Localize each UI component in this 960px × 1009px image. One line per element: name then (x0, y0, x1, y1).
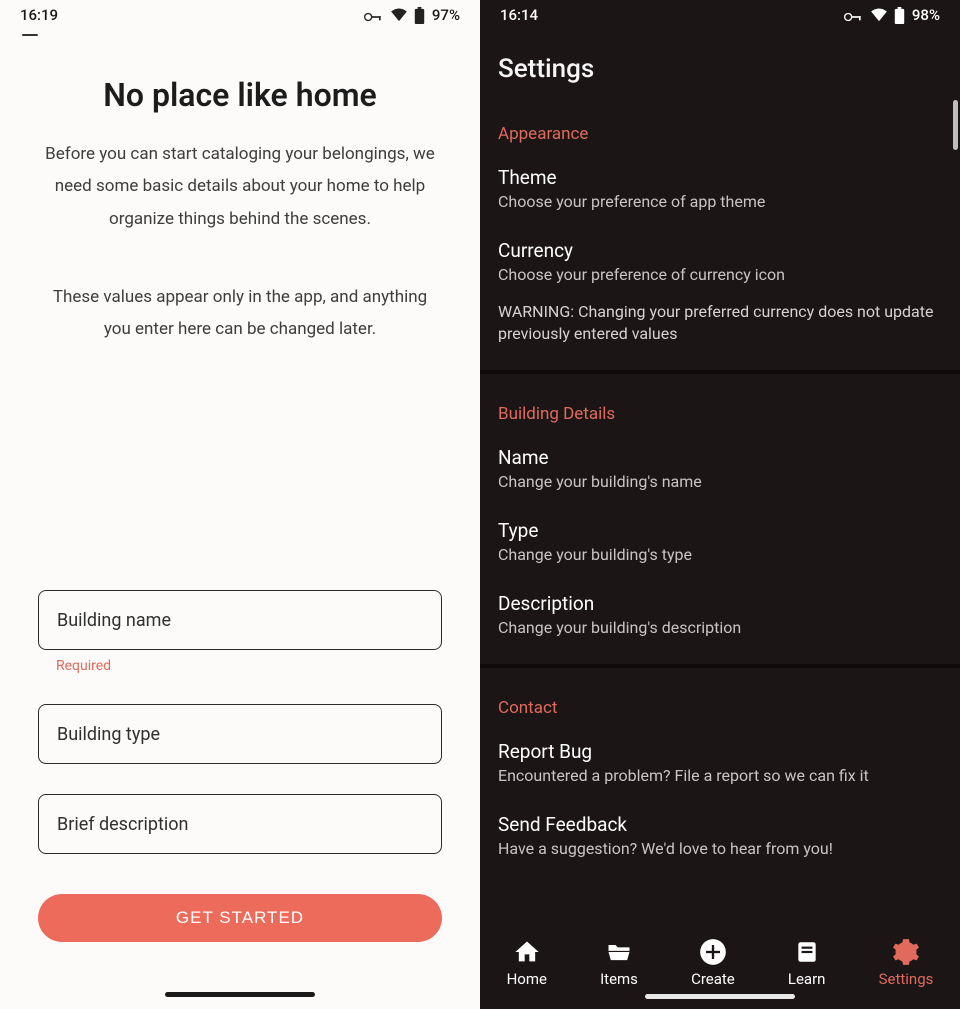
nav-learn-label: Learn (788, 970, 826, 988)
status-icons: 98% (844, 6, 940, 24)
nav-home-label: Home (507, 970, 547, 988)
nav-create-label: Create (691, 970, 735, 988)
status-icons: 97% (364, 6, 460, 24)
gear-icon (892, 938, 920, 966)
setting-building-name-title: Name (498, 446, 942, 469)
setting-report-bug[interactable]: Report Bug Encountered a problem? File a… (480, 726, 960, 799)
setting-building-desc-title: Description (498, 592, 942, 615)
status-bar-left: 16:19 97% (0, 0, 480, 30)
section-contact: Contact (480, 668, 960, 726)
setting-send-feedback[interactable]: Send Feedback Have a suggestion? We'd lo… (480, 799, 960, 872)
nav-create[interactable]: Create (691, 938, 735, 988)
setting-currency-sub: Choose your preference of currency icon (498, 264, 942, 286)
building-name-helper: Required (56, 658, 442, 674)
setting-building-name[interactable]: Name Change your building's name (480, 432, 960, 505)
section-building: Building Details (480, 374, 960, 432)
setting-building-name-sub: Change your building's name (498, 471, 942, 493)
get-started-button[interactable]: GET STARTED (38, 894, 442, 942)
settings-scroll[interactable]: Appearance Theme Choose your preference … (480, 94, 960, 919)
building-desc-input[interactable]: Brief description (38, 794, 442, 854)
plus-circle-icon (699, 938, 727, 966)
vpn-key-icon (844, 9, 864, 21)
wifi-icon (390, 8, 408, 22)
settings-screen: 16:14 98% Settings Appearance Theme Choo… (480, 0, 960, 1009)
setting-currency-title: Currency (498, 239, 942, 262)
setting-theme-sub: Choose your preference of app theme (498, 191, 942, 213)
nav-items-label: Items (600, 970, 638, 988)
setting-building-type-sub: Change your building's type (498, 544, 942, 566)
gesture-bar-icon (165, 992, 315, 997)
nav-home[interactable]: Home (507, 938, 547, 988)
vpn-key-icon (364, 9, 384, 21)
section-appearance: Appearance (480, 94, 960, 152)
setting-currency[interactable]: Currency Choose your preference of curre… (480, 225, 960, 357)
setting-send-feedback-title: Send Feedback (498, 813, 942, 836)
setting-send-feedback-sub: Have a suggestion? We'd love to hear fro… (498, 838, 942, 860)
status-time: 16:14 (500, 6, 538, 24)
battery-icon (894, 7, 906, 23)
gesture-bar-icon (645, 994, 795, 999)
setting-report-bug-title: Report Bug (498, 740, 942, 763)
nav-items[interactable]: Items (600, 938, 638, 988)
scrollbar-icon (953, 100, 958, 150)
nav-learn[interactable]: Learn (788, 938, 826, 988)
setting-building-type[interactable]: Type Change your building's type (480, 505, 960, 578)
book-icon (793, 938, 821, 966)
onboarding-screen: 16:19 97% No place like home Before you … (0, 0, 480, 1009)
intro-paragraph-1: Before you can start cataloging your bel… (38, 138, 442, 235)
status-battery-pct: 98% (912, 6, 940, 24)
setting-building-type-title: Type (498, 519, 942, 542)
status-bar-right: 16:14 98% (480, 0, 960, 30)
setting-building-desc-sub: Change your building's description (498, 617, 942, 639)
setting-theme-title: Theme (498, 166, 942, 189)
setting-building-desc[interactable]: Description Change your building's descr… (480, 578, 960, 651)
onboarding-content: No place like home Before you can start … (0, 36, 480, 1009)
wifi-icon (870, 8, 888, 22)
home-icon (513, 938, 541, 966)
building-type-input[interactable]: Building type (38, 704, 442, 764)
page-title: No place like home (38, 76, 442, 114)
nav-settings[interactable]: Settings (879, 938, 934, 988)
building-desc-label: Brief description (57, 814, 188, 835)
status-battery-pct: 97% (432, 6, 460, 24)
setting-currency-warning: WARNING: Changing your preferred currenc… (498, 301, 942, 344)
setting-report-bug-sub: Encountered a problem? File a report so … (498, 765, 942, 787)
nav-settings-label: Settings (879, 970, 934, 988)
setting-theme[interactable]: Theme Choose your preference of app them… (480, 152, 960, 225)
battery-icon (414, 7, 426, 23)
settings-title: Settings (480, 30, 960, 94)
status-time: 16:19 (20, 6, 58, 24)
building-name-input[interactable]: Building name (38, 590, 442, 650)
building-type-label: Building type (57, 724, 160, 745)
building-name-label: Building name (57, 610, 171, 631)
intro-paragraph-2: These values appear only in the app, and… (38, 281, 442, 346)
onboarding-form: Building name Required Building type Bri… (38, 560, 442, 1009)
folder-icon (605, 938, 633, 966)
